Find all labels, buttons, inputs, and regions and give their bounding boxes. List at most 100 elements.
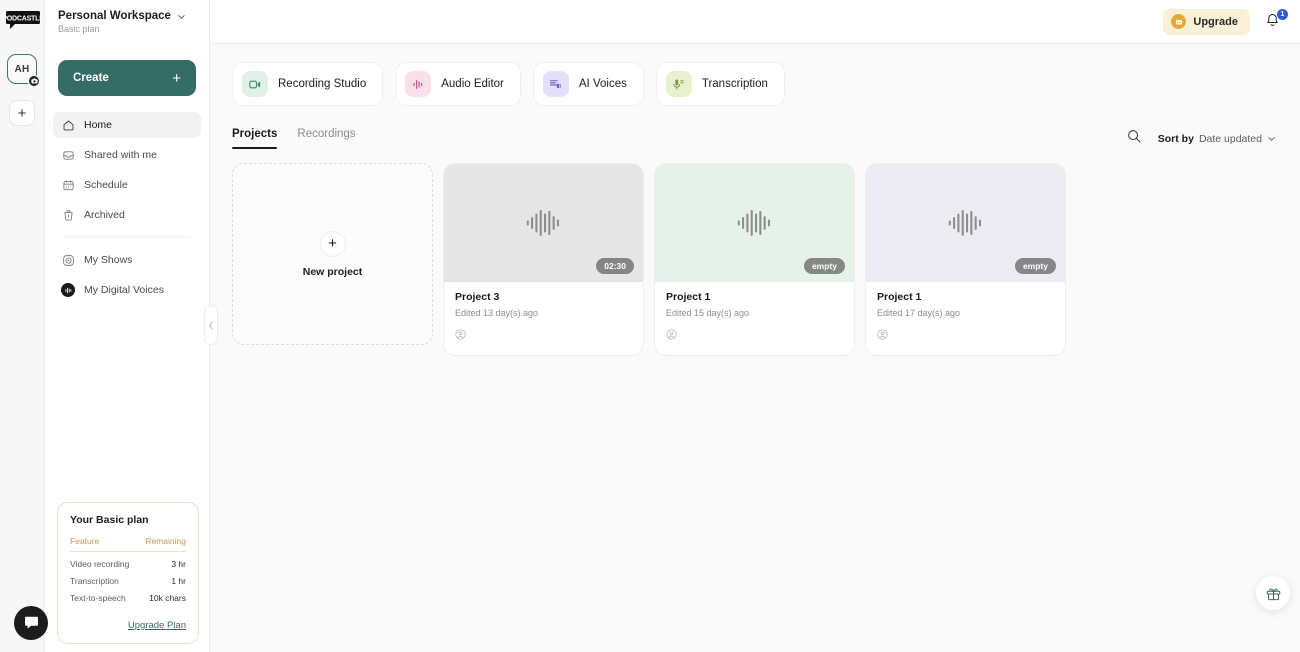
project-thumbnail: empty — [655, 164, 854, 282]
search-button[interactable] — [1126, 128, 1142, 149]
feature-label: AI Voices — [578, 78, 627, 90]
project-owner-icon — [455, 327, 632, 345]
search-icon — [1127, 130, 1141, 143]
project-owner-icon — [666, 327, 843, 345]
plan-col-remaining: Remaining — [145, 536, 186, 546]
feature-label: Recording Studio — [278, 78, 367, 90]
create-button[interactable]: Create + — [58, 60, 196, 96]
plan-col-feature: Feature — [70, 536, 100, 546]
workspace-switcher[interactable]: Personal Workspace — [58, 10, 186, 22]
chat-bubble-icon — [24, 616, 38, 629]
tab-recordings[interactable]: Recordings — [297, 128, 355, 149]
ai-voices-button[interactable]: AI Voices — [532, 62, 644, 106]
sidebar-item-label: Schedule — [84, 179, 128, 191]
main-area: Upgrade 1 Recording Studio Audio Editor … — [210, 0, 1300, 652]
tab-projects[interactable]: Projects — [232, 128, 278, 149]
plan-remaining: 10k chars — [149, 593, 186, 603]
chevron-down-icon — [178, 14, 185, 19]
sidebar-item-my-shows[interactable]: My Shows — [53, 247, 201, 273]
audio-editor-button[interactable]: Audio Editor — [395, 62, 521, 106]
avatar[interactable]: AH — [7, 54, 40, 87]
feature-label: Audio Editor — [441, 78, 504, 90]
gift-icon — [1266, 588, 1280, 600]
plan-row: Text-to-speech 10k chars — [70, 593, 186, 603]
sidebar: Personal Workspace Basic plan Create + H… — [45, 0, 218, 652]
chevron-down-icon — [1268, 137, 1275, 141]
plan-table-header: Feature Remaining — [70, 536, 186, 552]
shows-icon — [61, 253, 75, 267]
sidebar-item-my-digital-voices[interactable]: My Digital Voices — [53, 277, 201, 303]
plan-feature: Transcription — [70, 576, 119, 586]
microphone-icon — [665, 71, 692, 97]
tabs-toolbar: Projects Recordings Sort by Date updated — [232, 128, 1300, 149]
plan-row: Video recording 3 hr — [70, 559, 186, 569]
project-edited: Edited 17 day(s) ago — [877, 308, 961, 318]
workspace-plan: Basic plan — [58, 24, 100, 34]
project-title: Project 1 — [877, 291, 922, 303]
upgrade-button-label: Upgrade — [1193, 15, 1238, 28]
recording-studio-button[interactable]: Recording Studio — [232, 62, 384, 106]
sidebar-item-home[interactable]: Home — [53, 112, 201, 138]
notification-count-badge: 1 — [1277, 8, 1288, 20]
tab-list: Projects Recordings — [232, 128, 356, 149]
trash-icon — [61, 208, 75, 222]
duration-badge: 02:30 — [596, 258, 634, 274]
sort-by-label: Sort by — [1157, 132, 1194, 145]
new-project-card[interactable]: + New project — [232, 163, 433, 345]
sidebar-item-label: My Shows — [84, 254, 133, 266]
plan-remaining: 3 hr — [171, 559, 186, 569]
calendar-icon — [61, 178, 75, 192]
chevron-left-icon — [209, 320, 213, 330]
sidebar-nav: Home Shared with me Schedule Archived My… — [45, 112, 209, 307]
upgrade-icon — [1171, 14, 1187, 29]
audio-waveform-icon — [405, 71, 432, 97]
chat-launcher-button[interactable] — [14, 606, 48, 640]
status-badge: empty — [803, 258, 845, 274]
sidebar-item-shared-with-me[interactable]: Shared with me — [53, 142, 201, 168]
workspace-name: Personal Workspace — [58, 10, 171, 22]
project-card[interactable]: 02:30 Project 3 Edited 13 day(s) ago — [443, 163, 644, 356]
avatar-camera-badge-icon — [28, 75, 40, 87]
sort-by-value: Date updated — [1198, 132, 1262, 145]
gift-button[interactable] — [1256, 576, 1290, 610]
plan-row: Transcription 1 hr — [70, 576, 186, 586]
new-project-label: New project — [302, 265, 363, 278]
waveform-icon — [526, 210, 559, 236]
notifications-button[interactable]: 1 — [1264, 8, 1288, 32]
top-bar: Upgrade 1 — [210, 0, 1300, 44]
content-area: Recording Studio Audio Editor AI Voices — [210, 44, 1300, 652]
project-edited: Edited 13 day(s) ago — [455, 308, 539, 318]
upgrade-plan-link[interactable]: Upgrade Plan — [128, 620, 186, 631]
project-card[interactable]: empty Project 1 Edited 17 day(s) ago — [865, 163, 1066, 356]
sidebar-item-label: Archived — [84, 209, 125, 221]
sidebar-item-label: My Digital Voices — [84, 284, 164, 296]
sidebar-item-schedule[interactable]: Schedule — [53, 172, 201, 198]
project-owner-icon — [877, 327, 1054, 345]
sidebar-divider — [63, 236, 191, 237]
add-workspace-button[interactable]: + — [9, 100, 35, 126]
video-camera-icon — [242, 71, 268, 97]
digital-voices-icon — [61, 283, 75, 297]
svg-text:PODCASTLE: PODCASTLE — [5, 16, 41, 23]
status-badge: empty — [1014, 258, 1056, 274]
plan-feature: Text-to-speech — [70, 593, 126, 603]
project-title: Project 1 — [666, 291, 711, 303]
feature-shortcuts: Recording Studio Audio Editor AI Voices — [232, 62, 1300, 106]
waveform-icon — [737, 210, 770, 236]
plan-card: Your Basic plan Feature Remaining Video … — [57, 502, 199, 644]
plus-icon: + — [172, 69, 181, 87]
sidebar-item-archived[interactable]: Archived — [53, 202, 201, 228]
upgrade-button[interactable]: Upgrade — [1163, 8, 1250, 35]
plan-feature: Video recording — [70, 559, 130, 569]
sidebar-item-label: Shared with me — [84, 149, 157, 161]
project-edited: Edited 15 day(s) ago — [666, 308, 750, 318]
project-title: Project 3 — [455, 291, 500, 303]
sidebar-collapse-button[interactable] — [204, 305, 218, 345]
transcription-button[interactable]: Transcription — [655, 62, 785, 106]
workspace-header: Personal Workspace Basic plan — [45, 0, 186, 44]
sort-by-control[interactable]: Sort by Date updated — [1158, 133, 1276, 145]
project-card[interactable]: empty Project 1 Edited 15 day(s) ago — [654, 163, 855, 356]
podcastle-logo[interactable]: PODCASTLE — [5, 9, 41, 31]
ai-voices-icon — [542, 71, 569, 97]
home-icon — [61, 118, 75, 132]
